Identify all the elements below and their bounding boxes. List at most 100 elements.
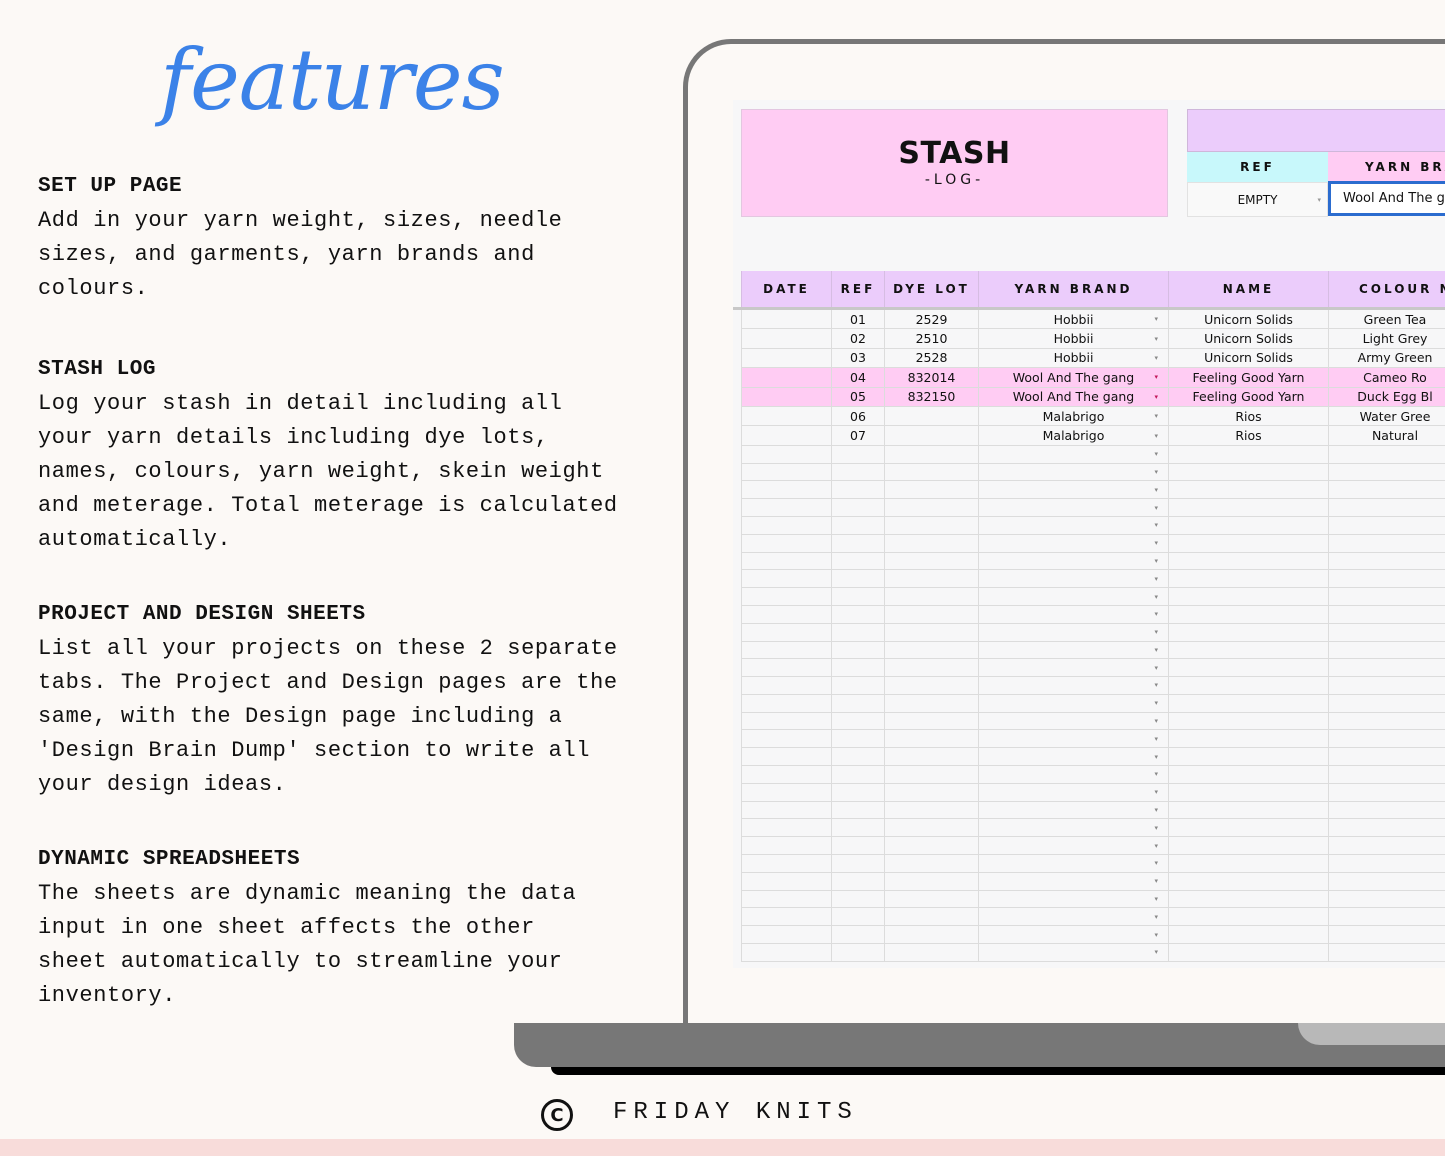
- cell-yarn-brand[interactable]: ▾: [978, 604, 1169, 624]
- chevron-down-icon[interactable]: ▾: [1154, 842, 1158, 850]
- chevron-down-icon[interactable]: ▾: [1154, 486, 1158, 494]
- cell-yarn-brand[interactable]: ▾: [978, 854, 1169, 873]
- chevron-down-icon[interactable]: ▾: [1154, 432, 1158, 440]
- cell-date[interactable]: [741, 569, 832, 589]
- chevron-down-icon[interactable]: ▾: [1154, 770, 1158, 778]
- cell-yarn-brand[interactable]: ▾: [978, 765, 1169, 784]
- chevron-down-icon[interactable]: ▾: [1154, 412, 1158, 420]
- cell-yarn-brand[interactable]: Malabrigo ▾: [978, 425, 1169, 446]
- cell-date[interactable]: [741, 782, 832, 802]
- chevron-down-icon[interactable]: ▾: [1154, 539, 1158, 547]
- cell-colour[interactable]: [1328, 515, 1445, 535]
- cell-ref[interactable]: [831, 943, 885, 962]
- cell-ref[interactable]: 01: [831, 307, 885, 330]
- cell-colour[interactable]: [1328, 782, 1445, 802]
- cell-date[interactable]: [741, 533, 832, 553]
- cell-date[interactable]: [741, 943, 832, 962]
- chevron-down-icon[interactable]: ▾: [1154, 593, 1158, 601]
- chevron-down-icon[interactable]: ▾: [1154, 393, 1158, 401]
- chevron-down-icon[interactable]: ▾: [1154, 681, 1158, 689]
- cell-colour[interactable]: [1328, 711, 1445, 731]
- cell-ref[interactable]: [831, 676, 885, 695]
- cell-ref[interactable]: [831, 515, 885, 535]
- cell-name[interactable]: [1168, 693, 1329, 713]
- cell-yarn-brand[interactable]: ▾: [978, 818, 1169, 838]
- cell-dye-lot[interactable]: [884, 425, 979, 446]
- chevron-down-icon[interactable]: ▾: [1154, 824, 1158, 832]
- cell-yarn-brand[interactable]: ▾: [978, 943, 1169, 962]
- cell-name[interactable]: [1168, 569, 1329, 589]
- cell-dye-lot[interactable]: [884, 889, 979, 909]
- cell-yarn-brand[interactable]: ▾: [978, 711, 1169, 731]
- cell-ref[interactable]: 04: [831, 367, 885, 388]
- cell-yarn-brand[interactable]: Wool And The gang ▾: [978, 386, 1169, 407]
- cell-dye-lot[interactable]: [884, 640, 979, 660]
- cell-ref[interactable]: [831, 907, 885, 927]
- cell-dye-lot[interactable]: [884, 444, 979, 464]
- cell-ref[interactable]: 06: [831, 405, 885, 427]
- cell-date[interactable]: [741, 836, 832, 856]
- cell-date[interactable]: [741, 907, 832, 927]
- cell-colour[interactable]: [1328, 587, 1445, 606]
- cell-ref[interactable]: [831, 854, 885, 873]
- cell-colour[interactable]: Army Green: [1328, 347, 1445, 369]
- cell-yarn-brand[interactable]: Wool And The gang ▾: [978, 367, 1169, 388]
- cell-name[interactable]: Rios: [1168, 405, 1329, 427]
- cell-date[interactable]: [741, 693, 832, 713]
- cell-name[interactable]: Feeling Good Yarn: [1168, 386, 1329, 407]
- cell-date[interactable]: [741, 367, 832, 388]
- cell-name[interactable]: [1168, 533, 1329, 553]
- cell-dye-lot[interactable]: [884, 622, 979, 642]
- cell-date[interactable]: [741, 307, 832, 330]
- cell-ref[interactable]: [831, 480, 885, 500]
- cell-dye-lot[interactable]: [884, 480, 979, 500]
- chevron-down-icon[interactable]: ▾: [1154, 895, 1158, 903]
- cell-name[interactable]: [1168, 765, 1329, 784]
- cell-date[interactable]: [741, 640, 832, 660]
- cell-ref[interactable]: [831, 889, 885, 909]
- cell-yarn-brand[interactable]: ▾: [978, 498, 1169, 517]
- lookup-ref-dropdown[interactable]: EMPTY ▾: [1187, 182, 1328, 217]
- chevron-down-icon[interactable]: ▾: [1154, 931, 1158, 939]
- cell-dye-lot[interactable]: 2528: [884, 347, 979, 369]
- cell-colour[interactable]: [1328, 444, 1445, 464]
- cell-ref[interactable]: [831, 622, 885, 642]
- cell-dye-lot[interactable]: [884, 533, 979, 553]
- cell-ref[interactable]: [831, 533, 885, 553]
- cell-colour[interactable]: Light Grey: [1328, 328, 1445, 349]
- chevron-down-icon[interactable]: ▾: [1154, 628, 1158, 636]
- cell-yarn-brand[interactable]: ▾: [978, 889, 1169, 909]
- cell-ref[interactable]: [831, 782, 885, 802]
- chevron-down-icon[interactable]: ▾: [1154, 354, 1158, 362]
- cell-yarn-brand[interactable]: ▾: [978, 925, 1169, 945]
- cell-dye-lot[interactable]: [884, 658, 979, 678]
- cell-yarn-brand[interactable]: ▾: [978, 587, 1169, 606]
- cell-dye-lot[interactable]: [884, 569, 979, 589]
- chevron-down-icon[interactable]: ▾: [1154, 699, 1158, 707]
- cell-date[interactable]: [741, 462, 832, 482]
- cell-yarn-brand[interactable]: ▾: [978, 693, 1169, 713]
- cell-yarn-brand[interactable]: ▾: [978, 622, 1169, 642]
- cell-dye-lot[interactable]: [884, 693, 979, 713]
- cell-colour[interactable]: [1328, 693, 1445, 713]
- cell-ref[interactable]: [831, 747, 885, 767]
- cell-name[interactable]: [1168, 587, 1329, 606]
- cell-date[interactable]: [741, 328, 832, 349]
- cell-dye-lot[interactable]: [884, 551, 979, 571]
- cell-date[interactable]: [741, 551, 832, 571]
- cell-yarn-brand[interactable]: ▾: [978, 533, 1169, 553]
- cell-name[interactable]: [1168, 854, 1329, 873]
- cell-dye-lot[interactable]: [884, 729, 979, 749]
- cell-yarn-brand[interactable]: ▾: [978, 569, 1169, 589]
- cell-name[interactable]: [1168, 444, 1329, 464]
- cell-ref[interactable]: [831, 444, 885, 464]
- cell-colour[interactable]: [1328, 676, 1445, 695]
- chevron-down-icon[interactable]: ▾: [1154, 373, 1158, 381]
- cell-dye-lot[interactable]: [884, 854, 979, 873]
- cell-name[interactable]: [1168, 551, 1329, 571]
- cell-colour[interactable]: [1328, 818, 1445, 838]
- chevron-down-icon[interactable]: ▾: [1154, 335, 1158, 343]
- cell-date[interactable]: [741, 676, 832, 695]
- cell-name[interactable]: Feeling Good Yarn: [1168, 367, 1329, 388]
- cell-yarn-brand[interactable]: ▾: [978, 907, 1169, 927]
